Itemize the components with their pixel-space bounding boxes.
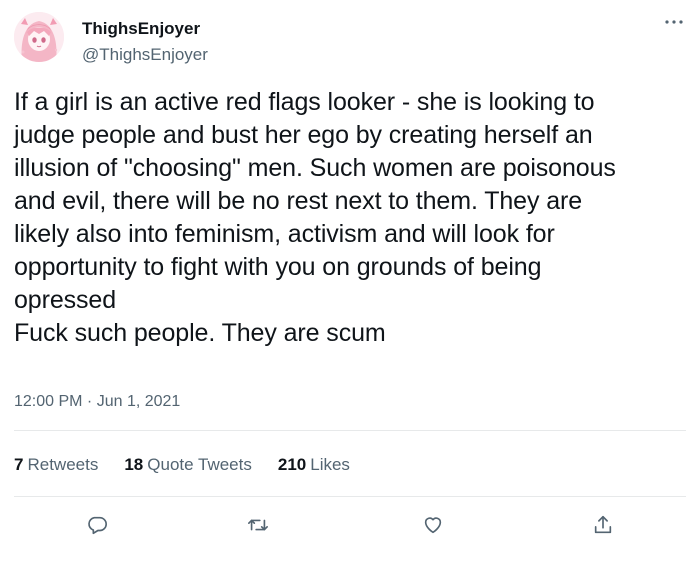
engagement-stats: 7 Retweets 18 Quote Tweets 210 Likes (14, 455, 350, 475)
retweet-button[interactable] (243, 510, 273, 540)
retweet-icon (248, 519, 268, 531)
more-icon (665, 20, 683, 24)
likes-label: Likes (310, 455, 350, 474)
avatar[interactable] (14, 12, 64, 62)
reply-icon (88, 516, 107, 535)
share-icon (594, 515, 612, 534)
action-bar (0, 506, 700, 542)
divider (14, 496, 686, 497)
share-button[interactable] (588, 510, 618, 540)
tweet-text: If a girl is an active red flags looker … (14, 88, 616, 347)
more-button[interactable] (660, 10, 688, 34)
quote-tweets-count: 18 (124, 455, 144, 474)
display-name[interactable]: ThighsEnjoyer (82, 19, 200, 39)
divider (14, 430, 686, 431)
retweets-count: 7 (14, 455, 24, 474)
likes-stat[interactable]: 210 Likes (278, 455, 350, 475)
heart-icon (424, 517, 442, 534)
tweet-timestamp[interactable]: 12:00 PM · Jun 1, 2021 (14, 393, 180, 411)
like-button[interactable] (418, 510, 448, 540)
quote-tweets-label: Quote Tweets (147, 455, 252, 474)
retweets-stat[interactable]: 7 Retweets (14, 455, 98, 475)
retweets-label: Retweets (27, 455, 99, 474)
tweet-card: ThighsEnjoyer @ThighsEnjoyer If a girl i… (0, 0, 700, 567)
anime-avatar-icon (14, 12, 64, 62)
likes-count: 210 (277, 455, 307, 474)
user-handle[interactable]: @ThighsEnjoyer (82, 45, 208, 65)
quote-tweets-stat[interactable]: 18 Quote Tweets (124, 455, 252, 475)
reply-button[interactable] (82, 510, 112, 540)
